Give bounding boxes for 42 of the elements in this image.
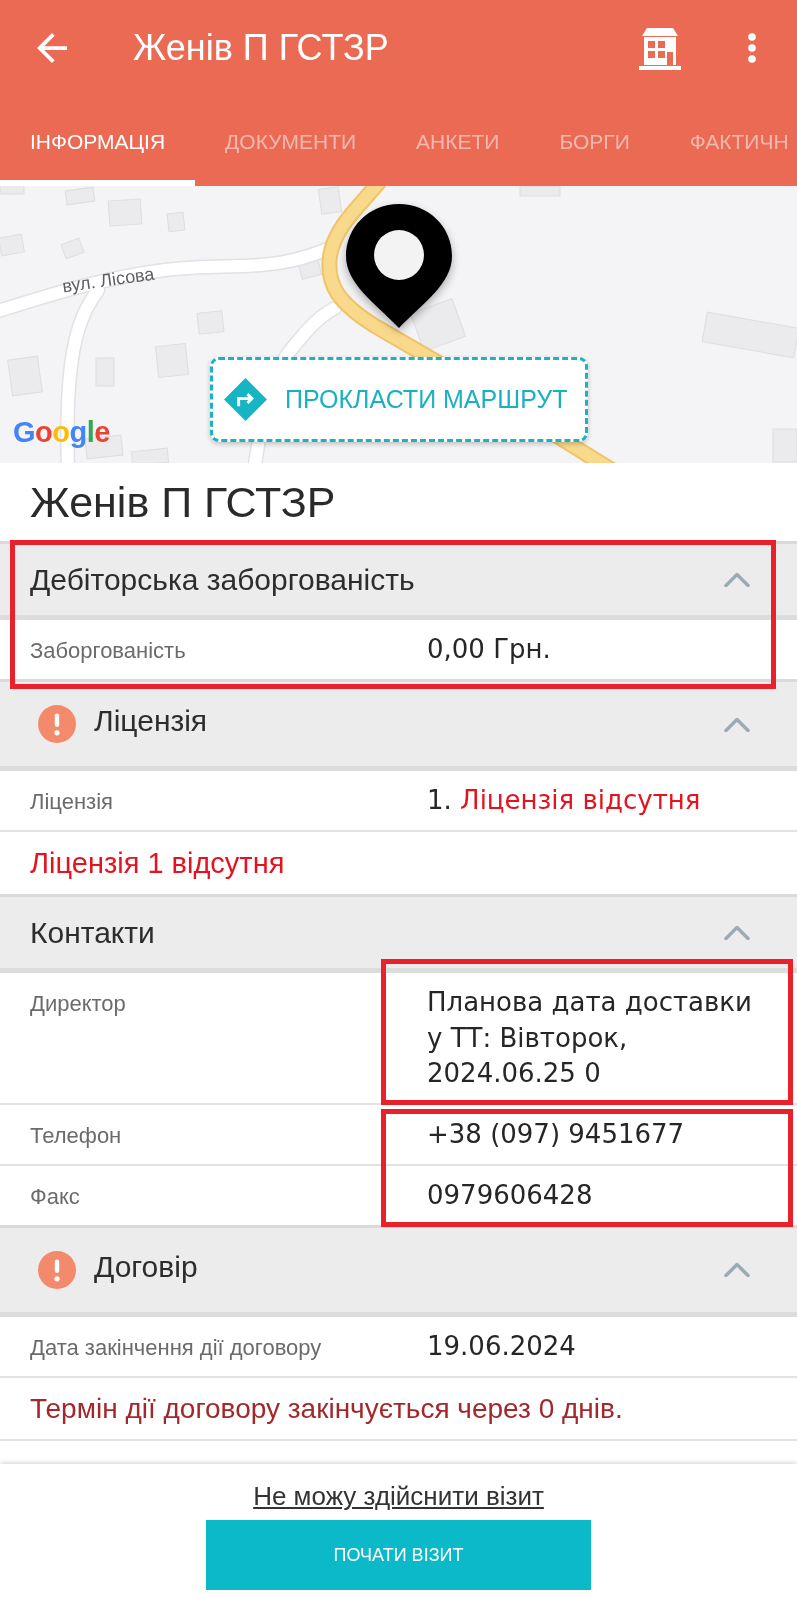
chevron-up-icon[interactable] <box>724 925 750 941</box>
tab[interactable]: ДОКУМЕНТИ <box>195 96 387 186</box>
field-label: Директор <box>30 991 127 1018</box>
back-arrow-icon[interactable] <box>37 33 67 63</box>
section-header[interactable]: Дебіторська заборгованість <box>0 544 797 620</box>
section-title: Дебіторська заборгованість <box>30 562 416 597</box>
section-header[interactable]: Договір <box>0 1227 797 1317</box>
section-header[interactable]: Ліцензія <box>0 682 797 772</box>
field-value: 0,00 Грн. <box>427 633 552 666</box>
cannot-visit-link[interactable]: Не можу здійснити візит <box>253 1481 544 1512</box>
field-value: 1. Ліцензія відсутня <box>427 784 702 818</box>
error-message: Ліцензія 1 відсутня <box>0 830 797 895</box>
field-label: Заборгованість <box>30 638 187 664</box>
field-label: Факс <box>30 1183 81 1210</box>
chevron-up-icon[interactable] <box>724 1262 750 1278</box>
field-label: Телефон <box>30 1122 123 1149</box>
chevron-up-icon[interactable] <box>724 572 750 587</box>
google-logo: Google <box>13 416 110 449</box>
field-label: Ліцензія <box>30 789 114 816</box>
outlet-name: Женів П ГСТЗР <box>29 476 337 528</box>
app-title: Женів П ГСТЗР <box>133 27 390 69</box>
section-title: Ліцензія <box>94 704 209 739</box>
warning-message: Термін дії договору закінчується через 0 днів. <box>0 1376 797 1439</box>
tab[interactable]: ФАКТИЧН <box>659 96 797 186</box>
chevron-up-icon[interactable] <box>724 716 750 732</box>
more-options-icon[interactable] <box>748 33 756 63</box>
field-value: 19.06.2024 <box>427 1329 577 1363</box>
section-header[interactable]: Контакти <box>0 897 797 974</box>
field-value: 0979606428 <box>427 1178 594 1212</box>
building-icon[interactable] <box>638 25 682 71</box>
tab[interactable]: БОРГИ <box>529 96 660 186</box>
directions-icon <box>224 378 267 421</box>
route-button[interactable]: ПРОКЛАСТИ МАРШРУТ <box>210 357 588 442</box>
tab[interactable]: АНКЕТИ <box>386 96 530 186</box>
field-value: +38 (097) 9451677 <box>427 1117 686 1151</box>
section-title: Договір <box>94 1249 199 1284</box>
field-value: Планова дата доставки у ТТ: Вівторок, 2024.06.25 0 <box>427 986 753 1090</box>
map-pin-icon <box>346 204 452 328</box>
section-title: Контакти <box>30 915 156 950</box>
start-visit-button[interactable]: ПОЧАТИ ВІЗИТ <box>206 1520 591 1590</box>
street-label: вул. Лісова <box>61 263 156 298</box>
field-label: Дата закінчення дії договору <box>30 1334 323 1361</box>
